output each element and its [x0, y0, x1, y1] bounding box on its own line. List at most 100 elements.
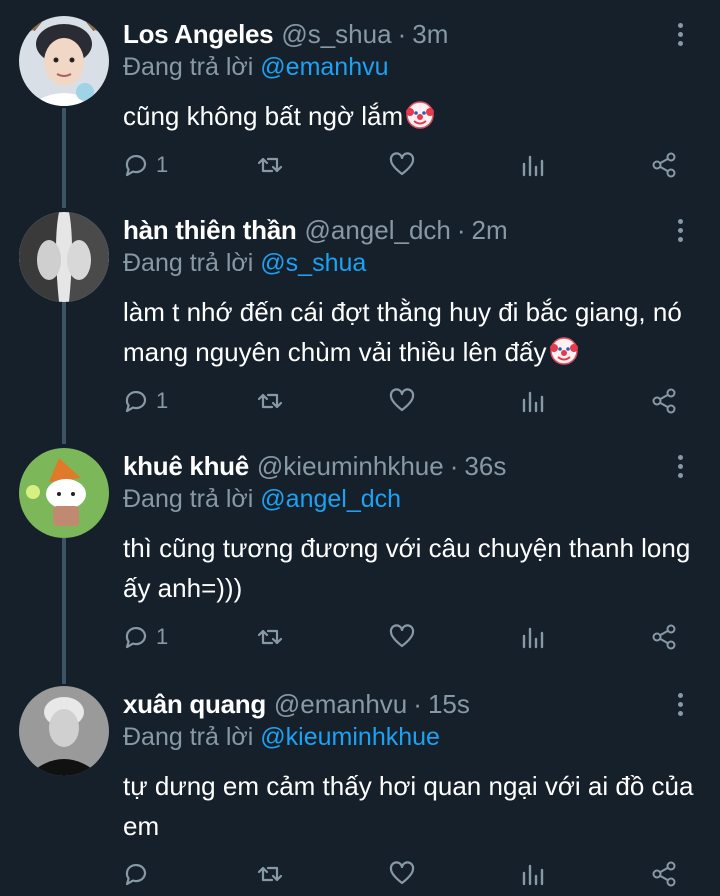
reply-icon: [125, 154, 147, 177]
dot-separator: ·: [456, 215, 466, 245]
timestamp[interactable]: 36s: [464, 448, 506, 484]
replying-to-label: Đang trả lời: [123, 53, 254, 81]
replying-to-handle[interactable]: @s_shua: [260, 249, 366, 277]
retweet-button[interactable]: [256, 147, 284, 183]
avatar-image: [19, 16, 109, 106]
like-button[interactable]: [388, 856, 416, 892]
replying-to: Đang trả lời @kieuminhkhue: [123, 720, 440, 754]
dot-separator: ·: [413, 689, 422, 719]
replying-to: Đang trả lời @s_shua: [123, 246, 366, 280]
share-icon: [652, 624, 676, 650]
views-button[interactable]: [520, 619, 548, 655]
tweet-body: cũng không bất ngờ lắm: [123, 101, 404, 131]
reply-button[interactable]: 1: [122, 383, 168, 419]
reply-icon: [125, 626, 147, 649]
views-button[interactable]: [520, 383, 548, 419]
like-button[interactable]: [388, 147, 416, 183]
reply-icon: [125, 863, 147, 886]
tweet-actions: 1: [0, 383, 720, 419]
tweet-text: thì cũng tương đương với câu chuyện than…: [123, 528, 708, 608]
avatar[interactable]: [19, 16, 109, 106]
views-button[interactable]: [520, 856, 548, 892]
user-handle[interactable]: @emanhvu: [274, 686, 407, 722]
reply-count: 1: [156, 624, 169, 649]
clown-face-icon: [406, 101, 435, 129]
tweet-body: tự dưng em cảm thấy hơi quan ngại với ai…: [123, 771, 694, 841]
reply-button[interactable]: 1: [122, 619, 168, 655]
avatar[interactable]: [19, 212, 109, 302]
replying-to-handle[interactable]: @angel_dch: [260, 485, 401, 513]
timestamp[interactable]: 3m: [412, 16, 448, 52]
display-name[interactable]: khuê khuê: [123, 448, 249, 484]
replying-to-handle[interactable]: @emanhvu: [260, 53, 388, 81]
replying-to: Đang trả lời @emanhvu: [123, 50, 389, 84]
retweet-icon: [257, 393, 283, 409]
avatar-image: [19, 448, 109, 538]
display-name[interactable]: Los Angeles: [123, 16, 274, 52]
display-name[interactable]: xuân quang: [123, 686, 266, 722]
thread-connector: [62, 302, 66, 444]
dot-separator: ·: [449, 451, 459, 481]
share-icon: [652, 152, 676, 178]
like-button[interactable]: [388, 619, 416, 655]
tweet-text: cũng không bất ngờ lắm: [123, 96, 708, 136]
tweet-text: tự dưng em cảm thấy hơi quan ngại với ai…: [123, 766, 708, 846]
more-options-icon[interactable]: [670, 688, 690, 720]
clown-face-icon: [549, 337, 578, 365]
retweet-icon: [257, 157, 283, 173]
dot-separator: ·: [397, 19, 407, 49]
user-handle[interactable]: @kieuminhkhue: [257, 448, 444, 484]
reply-button[interactable]: 1: [122, 147, 168, 183]
tweet-body: thì cũng tương đương với câu chuyện than…: [123, 533, 691, 603]
retweet-button[interactable]: [256, 383, 284, 419]
replying-to-label: Đang trả lời: [123, 723, 254, 751]
user-handle[interactable]: @s_shua: [281, 16, 391, 52]
reply-icon: [125, 390, 147, 413]
views-chart-icon: [522, 864, 544, 886]
replying-to-handle[interactable]: @kieuminhkhue: [260, 723, 440, 751]
share-button[interactable]: [650, 383, 678, 419]
user-handle[interactable]: @angel_dch: [304, 212, 450, 248]
avatar[interactable]: [19, 448, 109, 538]
tweet-text: làm t nhớ đến cái đợt thằng huy đi bắc g…: [123, 292, 708, 372]
share-icon: [652, 861, 676, 887]
more-options-icon[interactable]: [670, 450, 690, 482]
timestamp[interactable]: 2m: [472, 212, 508, 248]
more-options-icon[interactable]: [670, 18, 690, 50]
heart-icon: [389, 388, 415, 412]
heart-icon: [389, 152, 415, 176]
reply-button[interactable]: [122, 856, 150, 892]
heart-icon: [389, 861, 415, 885]
reply-count: 1: [156, 152, 169, 177]
thread-connector: [62, 538, 66, 684]
tweet-actions: 1: [0, 147, 720, 183]
retweet-button[interactable]: [256, 619, 284, 655]
replying-to-label: Đang trả lời: [123, 485, 254, 513]
avatar-image: [19, 686, 109, 776]
share-button[interactable]: [650, 147, 678, 183]
timestamp[interactable]: 15s: [428, 686, 470, 722]
avatar[interactable]: [19, 686, 109, 776]
views-chart-icon: [522, 155, 544, 177]
replying-to-label: Đang trả lời: [123, 249, 254, 277]
reply-count: 1: [156, 388, 169, 413]
share-icon: [652, 388, 676, 414]
views-button[interactable]: [520, 147, 548, 183]
tweet-body: làm t nhớ đến cái đợt thằng huy đi bắc g…: [123, 297, 682, 367]
like-button[interactable]: [388, 383, 416, 419]
retweet-button[interactable]: [256, 856, 284, 892]
share-button[interactable]: [650, 619, 678, 655]
views-chart-icon: [522, 391, 544, 413]
display-name[interactable]: hàn thiên thần: [123, 212, 297, 248]
avatar-image: [19, 212, 109, 302]
share-button[interactable]: [650, 856, 678, 892]
views-chart-icon: [522, 627, 544, 649]
replying-to: Đang trả lời @angel_dch: [123, 482, 401, 516]
more-options-icon[interactable]: [670, 214, 690, 246]
tweet-actions: 1: [0, 619, 720, 655]
retweet-icon: [257, 629, 283, 645]
reply-thread: Los Angeles @s_shua · 3m Đang trả lời @e…: [0, 0, 720, 896]
tweet-actions: [0, 856, 720, 892]
retweet-icon: [257, 866, 283, 882]
heart-icon: [389, 624, 415, 648]
